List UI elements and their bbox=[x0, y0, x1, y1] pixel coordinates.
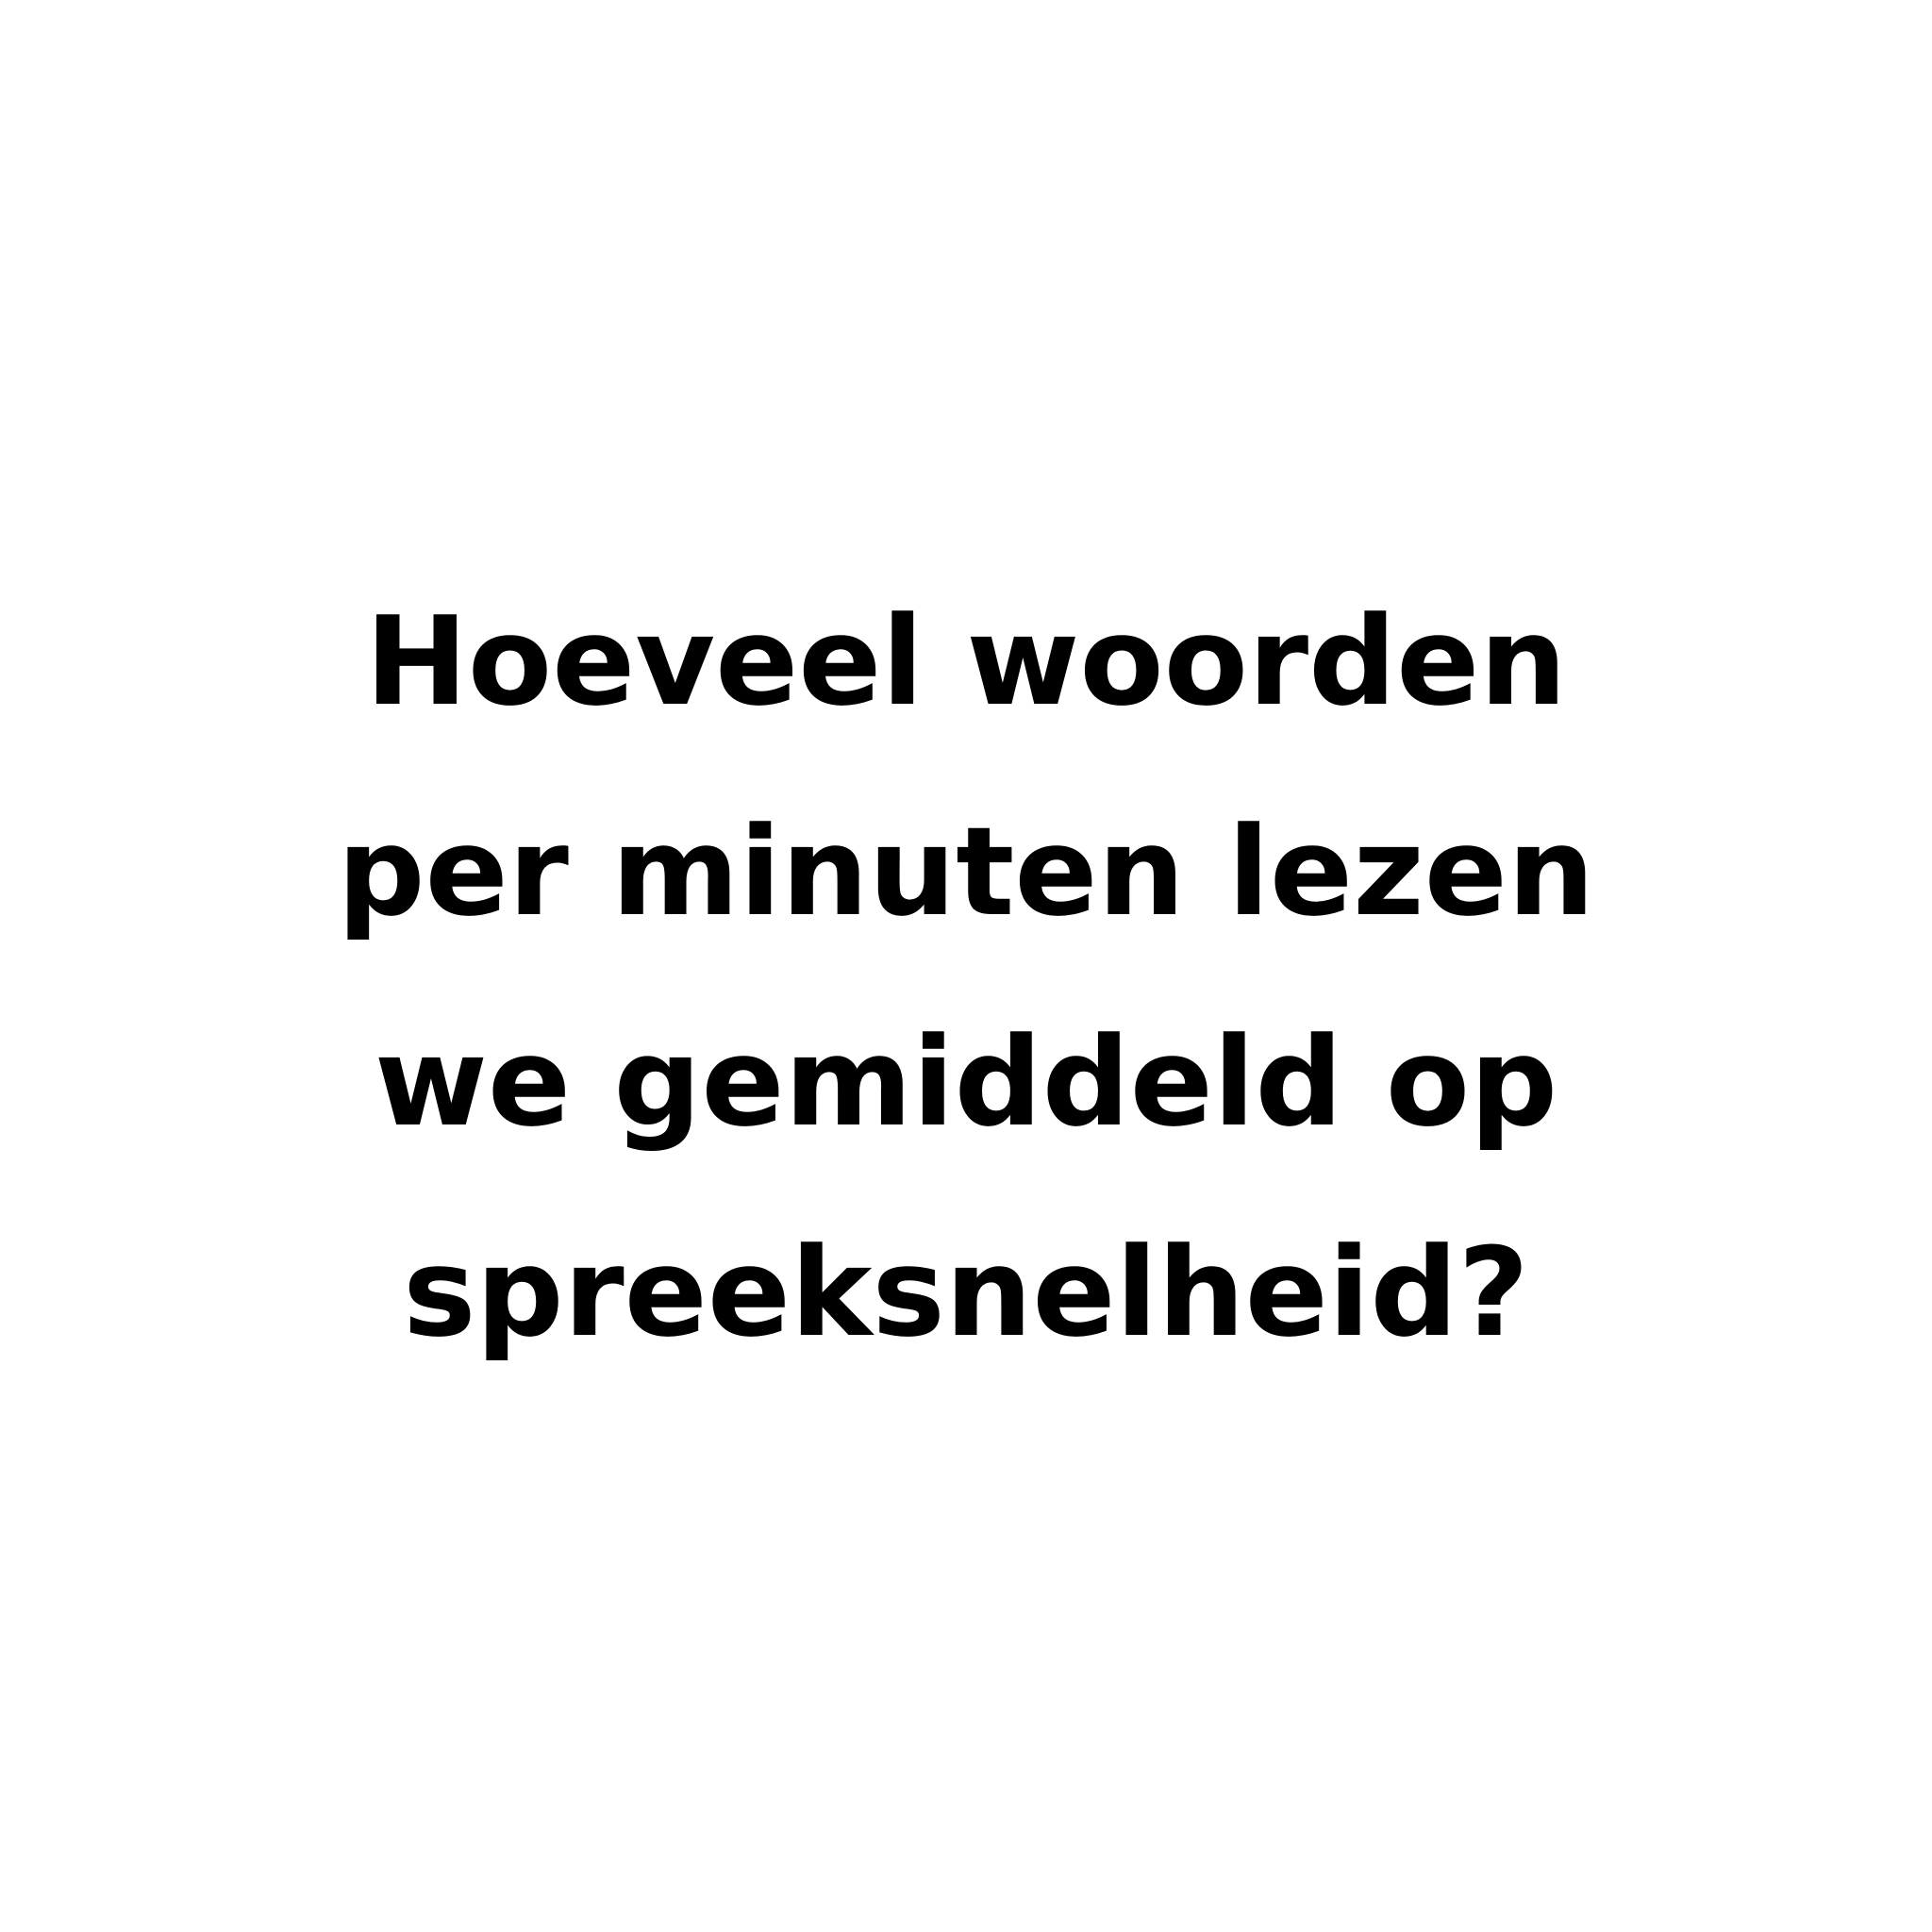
question-line-3: we gemiddeld op bbox=[374, 1010, 1558, 1154]
question-line-1: Hoeveel woorden bbox=[365, 590, 1567, 733]
page: Hoeveel woorden per minuten lezen we gem… bbox=[0, 0, 1932, 1932]
question-line-2: per minuten lezen bbox=[337, 800, 1595, 943]
question-line-4: spreeksnelheid? bbox=[403, 1221, 1529, 1364]
question-text: Hoeveel woorden per minuten lezen we gem… bbox=[0, 557, 1932, 1398]
